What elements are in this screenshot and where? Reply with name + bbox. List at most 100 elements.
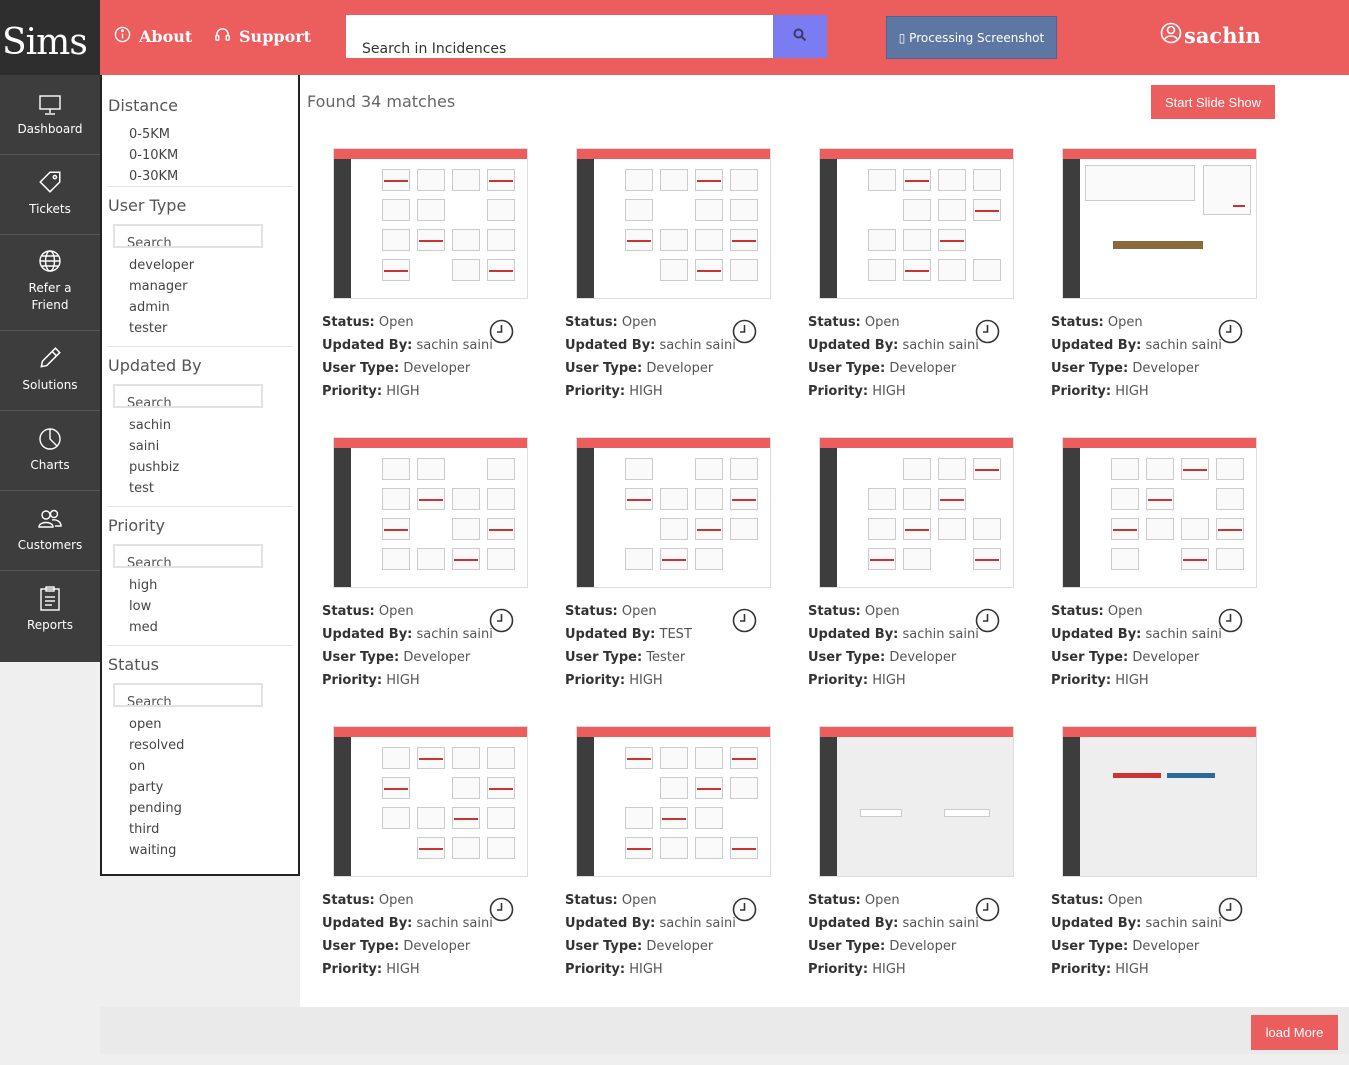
clock-icon[interactable] [1218, 319, 1243, 344]
users-icon [0, 507, 100, 531]
support-link[interactable]: Support [214, 26, 311, 47]
incident-screenshot-thumbnail[interactable] [576, 148, 771, 299]
filter-option[interactable]: on [129, 759, 145, 774]
filter-option[interactable]: high [129, 578, 157, 593]
status-row: Status: Open [565, 311, 736, 334]
clock-icon[interactable] [489, 608, 514, 633]
clock-icon[interactable] [975, 897, 1000, 922]
processing-screenshot-button[interactable]: ▯ Processing Screenshot [886, 16, 1057, 59]
status-value: Open [621, 893, 657, 908]
clock-icon[interactable] [975, 608, 1000, 633]
user-type-label: User Type: [565, 939, 643, 954]
incident-screenshot-thumbnail[interactable] [333, 148, 528, 299]
about-link[interactable]: About [114, 26, 192, 47]
priority-value: HIGH [1115, 962, 1149, 977]
user-type-row: User Type: Developer [808, 646, 979, 669]
updated-by-row: Updated By: sachin saini [565, 334, 736, 357]
filter-option[interactable]: party [129, 780, 163, 795]
sidebar-item-customers[interactable]: Customers [0, 491, 100, 571]
user-type-row: User Type: Tester [565, 646, 692, 669]
filter-option[interactable]: sachin [129, 418, 171, 433]
filter-option[interactable]: admin [129, 300, 170, 315]
sidebar-item-refer[interactable]: Refer a Friend [0, 235, 100, 331]
incident-screenshot-thumbnail[interactable] [1062, 726, 1257, 877]
status-label: Status: [565, 893, 618, 908]
priority-value: HIGH [629, 962, 663, 977]
status-search-input[interactable] [113, 683, 263, 707]
start-slideshow-button[interactable]: Start Slide Show [1151, 85, 1275, 119]
load-more-button[interactable]: load More [1251, 1015, 1338, 1050]
sidebar-item-charts[interactable]: Charts [0, 411, 100, 491]
incident-screenshot-thumbnail[interactable] [576, 437, 771, 588]
search-button[interactable] [773, 15, 827, 58]
incident-screenshot-thumbnail[interactable] [819, 437, 1014, 588]
incident-screenshot-thumbnail[interactable] [333, 726, 528, 877]
clock-icon[interactable] [489, 897, 514, 922]
priority-row: Priority: HIGH [1051, 380, 1222, 403]
filter-option[interactable]: resolved [129, 738, 184, 753]
filter-option[interactable]: test [129, 481, 154, 496]
filter-option[interactable]: tester [129, 321, 167, 336]
about-label: About [139, 27, 193, 46]
sidebar-item-reports[interactable]: Reports [0, 571, 100, 662]
user-type-value: Developer [1132, 361, 1200, 376]
priority-label: Priority: [1051, 962, 1112, 977]
user-type-search-input[interactable] [113, 224, 263, 248]
filter-option[interactable]: saini [129, 439, 159, 454]
user-type-value: Developer [889, 361, 957, 376]
updated-by-value: sachin saini [1145, 916, 1222, 931]
app-logo[interactable]: Sims [0, 0, 100, 75]
incident-screenshot-thumbnail[interactable] [333, 437, 528, 588]
clock-icon[interactable] [1218, 608, 1243, 633]
filter-option[interactable]: 0-10KM [129, 148, 178, 163]
priority-value: HIGH [629, 673, 663, 688]
updated-by-search-input[interactable] [113, 384, 263, 408]
filter-option[interactable]: third [129, 822, 159, 837]
user-type-row: User Type: Developer [322, 357, 493, 380]
filter-option[interactable]: pushbiz [129, 460, 179, 475]
filter-option[interactable]: 0-5KM [129, 127, 170, 142]
sidebar-item-solutions[interactable]: Solutions [0, 331, 100, 411]
incident-card-details: Status: Open Updated By: TEST User Type: T… [565, 600, 692, 692]
incident-screenshot-thumbnail[interactable] [576, 726, 771, 877]
updated-by-label: Updated By: [322, 338, 413, 353]
clock-icon[interactable] [732, 608, 757, 633]
filter-option[interactable]: low [129, 599, 151, 614]
clock-icon[interactable] [975, 319, 1000, 344]
filter-option[interactable]: waiting [129, 843, 176, 858]
sidebar-item-tickets[interactable]: Tickets [0, 155, 100, 235]
headset-icon [214, 26, 231, 47]
priority-value: HIGH [1115, 384, 1149, 399]
incident-card-details: Status: Open Updated By: sachin saini User… [322, 600, 493, 692]
priority-search-input[interactable] [113, 544, 263, 568]
incident-screenshot-thumbnail[interactable] [819, 726, 1014, 877]
clock-icon[interactable] [1218, 897, 1243, 922]
incident-screenshot-thumbnail[interactable] [1062, 148, 1257, 299]
filter-option[interactable]: 0-30KM [129, 169, 178, 184]
user-menu[interactable]: sachin [1160, 22, 1261, 49]
status-label: Status: [322, 315, 375, 330]
clock-icon[interactable] [489, 319, 514, 344]
priority-value: HIGH [1115, 673, 1149, 688]
user-type-label: User Type: [565, 361, 643, 376]
updated-by-value: sachin saini [659, 338, 736, 353]
info-icon [114, 26, 131, 47]
updated-by-label: Updated By: [322, 916, 413, 931]
incident-screenshot-thumbnail[interactable] [1062, 437, 1257, 588]
filter-option[interactable]: developer [129, 258, 194, 273]
clock-icon[interactable] [732, 319, 757, 344]
filter-option[interactable]: manager [129, 279, 187, 294]
sidebar-item-dashboard[interactable]: Dashboard [0, 75, 100, 155]
user-type-row: User Type: Developer [1051, 935, 1222, 958]
updated-by-value: sachin saini [902, 916, 979, 931]
status-label: Status: [322, 604, 375, 619]
filter-option[interactable]: open [129, 717, 161, 732]
status-value: Open [378, 315, 414, 330]
search-input[interactable] [346, 15, 773, 58]
filter-option[interactable]: med [129, 620, 158, 635]
incident-screenshot-thumbnail[interactable] [819, 148, 1014, 299]
status-row: Status: Open [1051, 311, 1222, 334]
clock-icon[interactable] [732, 897, 757, 922]
updated-by-row: Updated By: sachin saini [808, 912, 979, 935]
filter-option[interactable]: pending [129, 801, 182, 816]
